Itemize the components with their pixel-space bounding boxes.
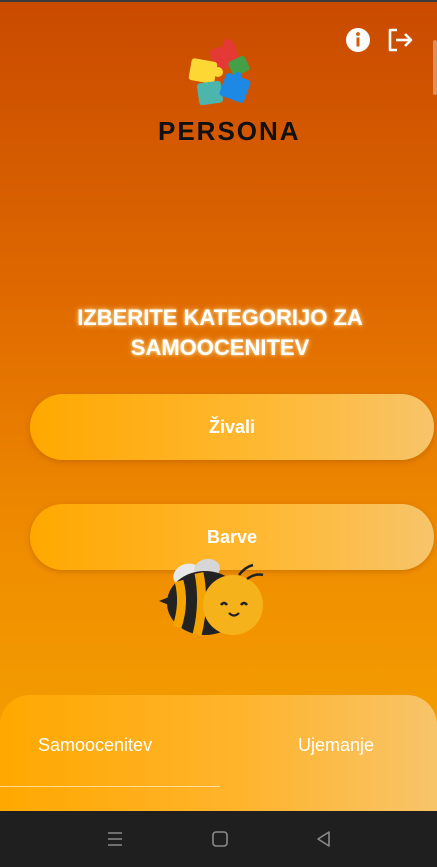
info-icon — [346, 28, 370, 52]
tab-self-assessment[interactable]: Samoocenitev — [38, 735, 152, 756]
logout-button[interactable] — [386, 26, 416, 56]
back-button[interactable] — [312, 827, 336, 851]
bee-icon — [159, 558, 264, 637]
scroll-indicator — [433, 40, 437, 95]
info-button[interactable] — [344, 26, 374, 56]
tab-matching[interactable]: Ujemanje — [298, 735, 374, 756]
app-logo-text: PERSONA — [158, 116, 301, 146]
status-strip — [0, 0, 437, 2]
bee-mascot — [155, 553, 265, 645]
system-navigation-bar — [0, 811, 437, 867]
home-icon — [212, 831, 228, 847]
bottom-navigation: Samoocenitev Ujemanje — [0, 695, 437, 811]
page-title: IZBERITE KATEGORIJO ZA SAMOOCENITEV — [77, 305, 363, 360]
active-tab-indicator — [0, 786, 220, 787]
recents-icon — [108, 832, 122, 846]
recents-button[interactable] — [103, 827, 127, 851]
back-icon — [317, 831, 330, 847]
home-button[interactable] — [208, 827, 232, 851]
puzzle-icon — [188, 39, 251, 106]
logout-icon — [388, 28, 413, 52]
category-button-animals[interactable]: Živali — [30, 394, 434, 460]
